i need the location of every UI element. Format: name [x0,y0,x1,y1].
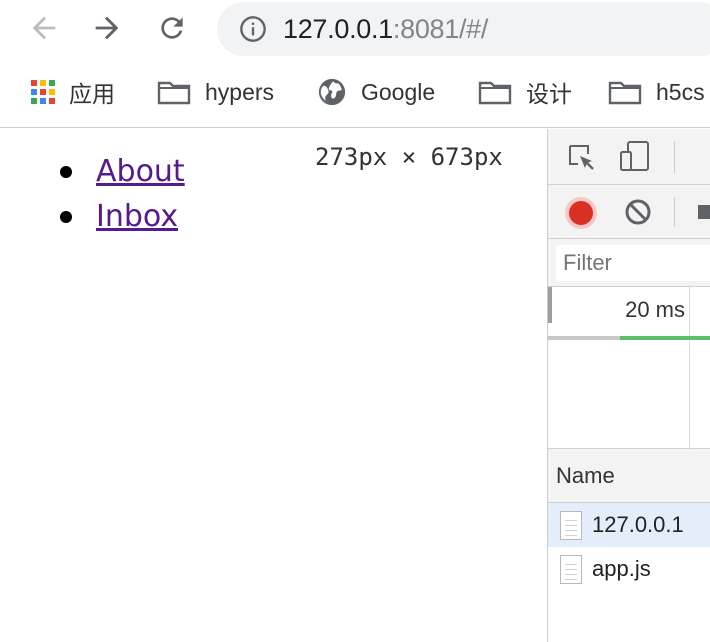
toolbar-divider [674,197,675,227]
column-name-header[interactable]: Name [556,463,615,489]
info-icon[interactable] [239,15,267,43]
timeline-download-bar [620,336,710,340]
toolbar-divider [674,141,675,173]
device-toolbar-icon[interactable] [618,140,652,174]
list-item: About [60,149,185,194]
requests-table-header[interactable]: Name [548,449,710,503]
url-path: :8081/#/ [392,14,489,44]
nav-list: About Inbox [60,149,185,239]
bookmark-google[interactable]: Google [317,76,435,108]
url-host: 127.0.0.1 [283,14,393,44]
bookmark-label: Google [361,78,436,105]
inspect-element-icon[interactable] [566,142,598,174]
inbox-link[interactable]: Inbox [96,199,178,234]
bookmark-label: h5cs [656,78,705,105]
reload-button[interactable] [154,10,190,46]
bookmark-h5cs[interactable]: h5cs [608,76,705,108]
clear-icon[interactable] [624,198,652,226]
bookmarks-bar: 应用 hypers Google 设计 h5cs [0,58,710,128]
back-arrow-icon [32,16,56,40]
timeline-overview: 20 ms [548,287,710,449]
timeline-gridline [689,287,690,449]
bookmark-label: hypers [205,78,275,105]
viewport-size-overlay: 273px × 673px [315,143,503,171]
record-button[interactable] [564,196,598,230]
document-icon [560,554,582,584]
request-name: 127.0.0.1 [592,512,684,537]
forward-arrow-icon [95,16,119,40]
devtools-main-toolbar [548,129,710,185]
filter-input[interactable] [556,245,710,281]
reload-icon [161,17,183,39]
devtools-panel: 20 ms Name 127.0.0.1 app.js [547,129,710,642]
browser-toolbar: 127.0.0.1:8081/#/ [0,0,710,58]
folder-icon [478,81,512,105]
globe-icon [318,78,346,106]
timeline-waiting-bar [548,336,620,340]
list-item: Inbox [60,194,185,239]
forward-button[interactable] [89,10,125,46]
bookmark-design[interactable]: 设计 [478,76,572,108]
url-text[interactable]: 127.0.0.1:8081/#/ [283,12,488,46]
folder-icon [608,81,642,105]
timeline-scale-label: 20 ms [625,297,685,322]
request-name: app.js [592,556,651,581]
about-link[interactable]: About [96,154,185,189]
bookmark-label: 设计 [526,81,572,107]
request-row[interactable]: app.js [548,547,710,591]
apps-grid-icon [31,80,55,104]
page-viewport: About Inbox 273px × 673px [0,129,547,642]
bookmark-apps[interactable]: 应用 [31,76,115,108]
folder-icon [157,81,191,105]
network-toolbar [548,185,710,239]
address-bar[interactable]: 127.0.0.1:8081/#/ [217,2,710,56]
request-row[interactable]: 127.0.0.1 [548,503,710,547]
stop-square-icon[interactable] [698,205,710,219]
back-button[interactable] [26,10,62,46]
filter-bar [548,239,710,287]
timeline-marker [548,287,552,323]
bookmark-label: 应用 [69,81,115,107]
document-icon [560,510,582,540]
bookmark-hypers[interactable]: hypers [157,76,274,108]
